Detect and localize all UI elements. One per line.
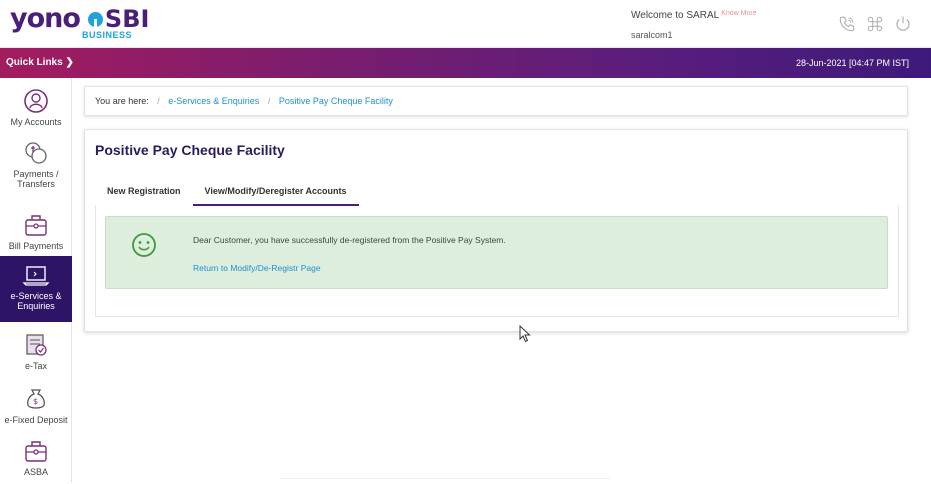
breadcrumb-separator: / (267, 96, 271, 106)
username: saralcom1 (631, 30, 673, 40)
sbi-logo-icon (87, 11, 103, 27)
tax-icon (26, 334, 47, 356)
power-icon[interactable] (894, 15, 912, 33)
sidebar-item-label: ASBA (23, 467, 48, 477)
breadcrumb-link-positive-pay[interactable]: Positive Pay Cheque Facility (279, 96, 393, 106)
breadcrumb-prefix: You are here: (95, 96, 149, 106)
logo-sbi-text: SBI (104, 5, 150, 33)
sidebar-item-label-2: Transfers (17, 179, 55, 189)
sidebar-item-label-2: Enquiries (17, 301, 55, 311)
welcome-label: Welcome to SARAL (631, 10, 720, 21)
tab-panel: Dear Customer, you have successfully de-… (95, 205, 899, 317)
yono-sbi-logo[interactable]: yono SBI BUSINESS (10, 3, 150, 40)
sidebar-item-e-fixed-deposit[interactable]: $ e-Fixed Deposit (0, 386, 72, 438)
quick-links-bar: Quick Links ❯ 28-Jun-2021 [04:47 PM IST] (0, 48, 931, 78)
sidebar: My Accounts Payments / Transfers Bill Pa… (0, 78, 72, 483)
tab-bar: New Registration View/Modify/Deregister … (95, 180, 359, 206)
command-icon[interactable] (866, 15, 884, 33)
success-message-text: Dear Customer, you have successfully de-… (193, 235, 506, 245)
bill-icon (25, 215, 47, 236)
sidebar-item-e-tax[interactable]: e-Tax (0, 332, 72, 378)
breadcrumb-link-e-services[interactable]: e-Services & Enquiries (168, 96, 259, 106)
tab-new-registration[interactable]: New Registration (95, 180, 193, 206)
sidebar-item-my-accounts[interactable]: My Accounts (0, 88, 72, 148)
sidebar-item-label: Bill Payments (8, 241, 64, 251)
sidebar-item-label: Payments / (13, 169, 59, 179)
svg-text:$: $ (33, 397, 38, 406)
phone-icon[interactable] (838, 15, 856, 33)
success-message-box: Dear Customer, you have successfully de-… (105, 216, 888, 289)
mouse-cursor-icon (519, 325, 531, 343)
sidebar-item-asba[interactable]: ASBA (0, 438, 72, 484)
tab-view-modify-deregister[interactable]: View/Modify/Deregister Accounts (192, 180, 359, 206)
know-more-link[interactable]: Know More (721, 10, 756, 17)
account-icon (24, 89, 48, 113)
sidebar-item-label: e-Tax (24, 361, 47, 371)
positive-pay-card: Positive Pay Cheque Facility New Registr… (84, 129, 908, 332)
main-content: You are here: / e-Services & Enquiries /… (84, 86, 908, 332)
deposit-icon: $ (27, 389, 45, 409)
page-title: Positive Pay Cheque Facility (95, 142, 285, 158)
sidebar-item-label: e-Services & (10, 291, 62, 301)
asba-icon (25, 441, 47, 462)
sidebar-item-bill-payments[interactable]: Bill Payments (0, 212, 72, 258)
smile-icon (132, 233, 156, 257)
welcome-text: Welcome to SARAL Know More (631, 10, 757, 21)
payments-icon (25, 142, 47, 164)
divider (280, 478, 610, 479)
sidebar-item-label: e-Fixed Deposit (4, 415, 68, 425)
sidebar-item-payments[interactable]: Payments / Transfers (0, 140, 72, 206)
sidebar-item-label: My Accounts (10, 117, 62, 127)
top-header: yono SBI BUSINESS Welcome to SARAL Know M… (0, 0, 931, 48)
breadcrumb: You are here: / e-Services & Enquiries /… (84, 86, 908, 116)
quick-links-button[interactable]: Quick Links ❯ (6, 57, 74, 68)
breadcrumb-separator: / (157, 96, 160, 106)
sidebar-item-e-services[interactable]: e-Services & Enquiries (0, 256, 72, 322)
return-to-modify-link[interactable]: Return to Modify/De-Registr Page (193, 263, 321, 273)
laptop-icon (22, 266, 50, 286)
date-time: 28-Jun-2021 [04:47 PM IST] (795, 58, 909, 68)
logo-yono-text: yono (10, 3, 81, 34)
header-icons (838, 15, 912, 33)
